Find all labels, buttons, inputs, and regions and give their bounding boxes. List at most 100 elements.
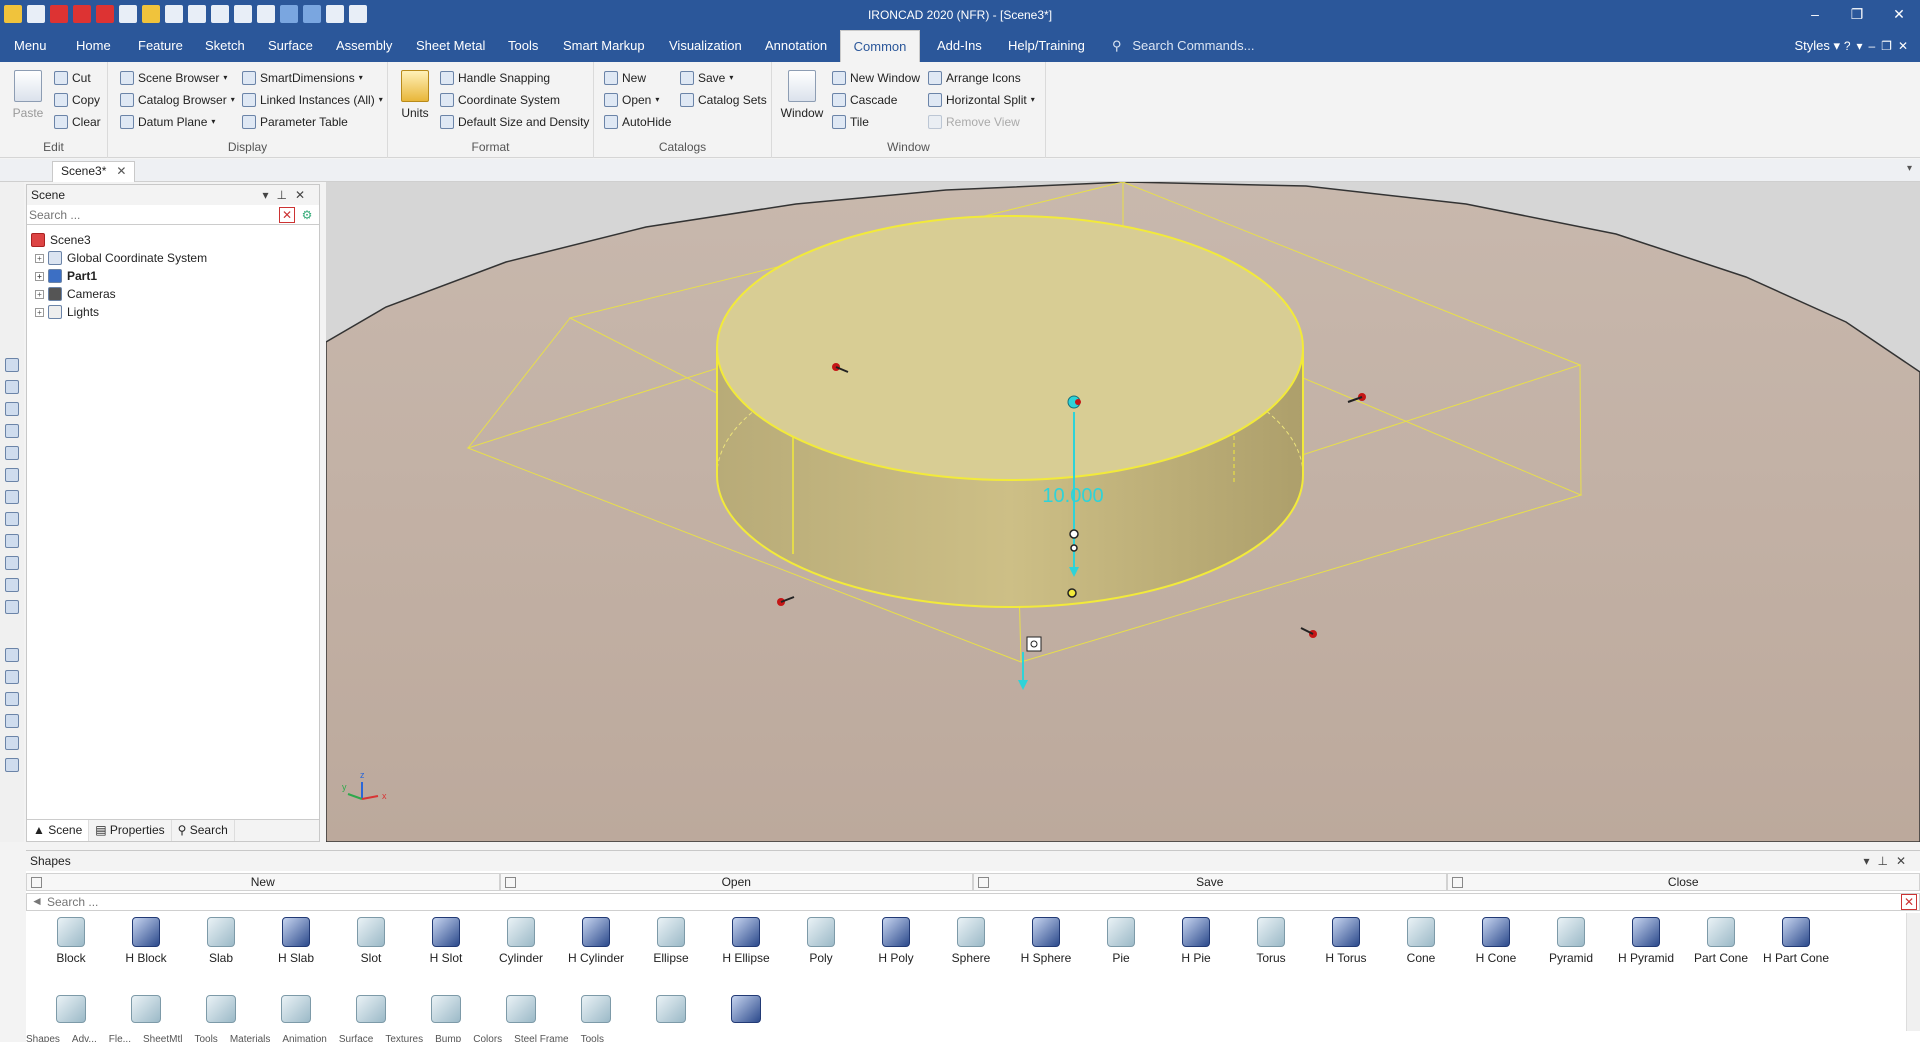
catalog-sets-button[interactable]: Catalog Sets <box>680 91 767 109</box>
tab-smart-markup[interactable]: Smart Markup <box>561 30 647 62</box>
new-window-button[interactable]: New Window <box>832 69 920 87</box>
remove-view-button[interactable]: Remove View <box>928 113 1020 131</box>
tab-tools[interactable]: Tools <box>506 30 540 62</box>
shape-item-sphere[interactable]: Sphere <box>934 917 1008 977</box>
tab-sheet-metal[interactable]: Sheet Metal <box>414 30 487 62</box>
tree-node-global-coordinate-system[interactable]: + Global Coordinate System <box>35 249 207 267</box>
close-button[interactable]: ✕ <box>1878 0 1920 30</box>
styles-dropdown[interactable]: Styles ▾ <box>1794 30 1840 62</box>
expand-icon[interactable]: + <box>35 253 44 263</box>
view-tool-8-icon[interactable] <box>5 512 19 526</box>
catalog-new-action[interactable]: New <box>26 873 500 891</box>
panel-controls[interactable]: ▾⊥✕ <box>1863 851 1914 871</box>
catalog-open-action[interactable]: Open <box>499 873 973 891</box>
catalog-tab[interactable]: Steel Frame <box>514 1034 568 1042</box>
window-button[interactable]: Window <box>780 70 824 120</box>
datum-plane-button[interactable]: Datum Plane ▾ <box>120 113 215 131</box>
shape-item-h-torus[interactable]: H Torus <box>1309 917 1383 977</box>
tile-button[interactable]: Tile <box>832 113 869 131</box>
shape-item-row2-4[interactable] <box>259 995 333 1035</box>
close-tab-icon[interactable]: ✕ <box>116 164 126 178</box>
cascade-button[interactable]: Cascade <box>832 91 897 109</box>
triball-tool-icon[interactable] <box>5 714 19 728</box>
view-tool-9-icon[interactable] <box>5 534 19 548</box>
document-tab-scene3[interactable]: Scene3* ✕ <box>52 161 136 182</box>
tab-assembly[interactable]: Assembly <box>334 30 394 62</box>
tab-sketch[interactable]: Sketch <box>203 30 247 62</box>
catalog-tab[interactable]: Surface <box>339 1034 373 1042</box>
rotate-tool-icon[interactable] <box>5 736 19 750</box>
shape-item-part-cone[interactable]: Part Cone <box>1684 917 1758 977</box>
view-tool-11-icon[interactable] <box>5 578 19 592</box>
tab-add-ins[interactable]: Add-Ins <box>935 30 984 62</box>
restore-button[interactable]: ❐ <box>1836 0 1878 30</box>
expand-icon[interactable]: + <box>35 307 44 317</box>
tab-common[interactable]: Common <box>840 30 920 62</box>
shape-item-h-sphere[interactable]: H Sphere <box>1009 917 1083 977</box>
shape-item-cylinder[interactable]: Cylinder <box>484 917 558 977</box>
shape-item-slot[interactable]: Slot <box>334 917 408 977</box>
3d-viewport[interactable]: 10.000 z y x <box>326 182 1920 842</box>
catalog-search-input[interactable] <box>27 894 1827 910</box>
minimize-button[interactable]: – <box>1794 0 1836 30</box>
shape-item-poly[interactable]: Poly <box>784 917 858 977</box>
catalog-tab[interactable]: Colors <box>473 1034 502 1042</box>
catalog-scrollbar[interactable] <box>1906 913 1920 1031</box>
tab-surface[interactable]: Surface <box>266 30 315 62</box>
section-tool-icon[interactable] <box>5 670 19 684</box>
footer-tab-search[interactable]: ⚲ Search <box>172 820 235 841</box>
catalog-tab[interactable]: Tools <box>581 1034 604 1042</box>
shape-item-cone[interactable]: Cone <box>1384 917 1458 977</box>
shape-item-h-slab[interactable]: H Slab <box>259 917 333 977</box>
shape-item-row2-10[interactable] <box>709 995 783 1035</box>
footer-tab-properties[interactable]: ▤ Properties <box>89 820 172 841</box>
shape-item-h-ellipse[interactable]: H Ellipse <box>709 917 783 977</box>
catalog-tab[interactable]: Fle... <box>109 1034 131 1042</box>
shape-item-row2-7[interactable] <box>484 995 558 1035</box>
tree-node-lights[interactable]: + Lights <box>35 303 207 321</box>
shape-item-row2-3[interactable] <box>184 995 258 1035</box>
tab-home[interactable]: Home <box>74 30 113 62</box>
shape-item-row2-2[interactable] <box>109 995 183 1035</box>
dimension-value[interactable]: 10.000 <box>1042 485 1103 507</box>
smart-dimensions-button[interactable]: SmartDimensions ▾ <box>242 69 363 87</box>
back-arrow-icon[interactable]: ◄ <box>31 894 43 908</box>
tab-feature[interactable]: Feature <box>136 30 185 62</box>
viewport-canvas[interactable]: 10.000 z y x <box>326 182 1920 842</box>
tab-menu[interactable]: Menu <box>12 30 49 62</box>
shape-item-pie[interactable]: Pie <box>1084 917 1158 977</box>
catalog-tab[interactable]: Bump <box>435 1034 461 1042</box>
parameter-table-button[interactable]: Parameter Table <box>242 113 348 131</box>
view-tool-7-icon[interactable] <box>5 490 19 504</box>
catalog-open-button[interactable]: Open ▾ <box>604 91 659 109</box>
copy-button[interactable]: Copy <box>54 91 100 109</box>
tree-node-cameras[interactable]: + Cameras <box>35 285 207 303</box>
shape-item-h-block[interactable]: H Block <box>109 917 183 977</box>
panel-controls[interactable]: ▾⊥✕ <box>262 185 313 205</box>
view-tool-6-icon[interactable] <box>5 468 19 482</box>
arrange-icons-button[interactable]: Arrange Icons <box>928 69 1021 87</box>
tab-list-chevron-icon[interactable]: ▾ <box>1907 163 1912 174</box>
tree-node-part1[interactable]: + Part1 <box>35 267 207 285</box>
clear-search-icon[interactable]: ✕ <box>1901 894 1917 910</box>
tab-help-training[interactable]: Help/Training <box>1006 30 1087 62</box>
footer-tab-scene[interactable]: ▲ Scene <box>27 820 90 841</box>
clear-search-icon[interactable]: ✕ <box>279 207 295 223</box>
search-options-icon[interactable]: ⚙ <box>299 207 315 223</box>
pen-tool-icon[interactable] <box>5 758 19 772</box>
expand-icon[interactable]: + <box>35 289 44 299</box>
linked-instances-button[interactable]: Linked Instances (All) ▾ <box>242 91 383 109</box>
tab-annotation[interactable]: Annotation <box>763 30 829 62</box>
catalog-save-action[interactable]: Save <box>973 873 1447 891</box>
catalog-new-button[interactable]: New <box>604 69 646 87</box>
shape-item-h-pie[interactable]: H Pie <box>1159 917 1233 977</box>
cylinder-top-face[interactable] <box>716 215 1304 481</box>
shape-item-torus[interactable]: Torus <box>1234 917 1308 977</box>
shape-item-row2-6[interactable] <box>409 995 483 1035</box>
shape-item-h-slot[interactable]: H Slot <box>409 917 483 977</box>
view-tool-5-icon[interactable] <box>5 446 19 460</box>
view-tool-3-icon[interactable] <box>5 402 19 416</box>
horizontal-split-button[interactable]: Horizontal Split ▾ <box>928 91 1035 109</box>
view-tool-10-icon[interactable] <box>5 556 19 570</box>
units-button[interactable]: Units <box>398 70 432 120</box>
